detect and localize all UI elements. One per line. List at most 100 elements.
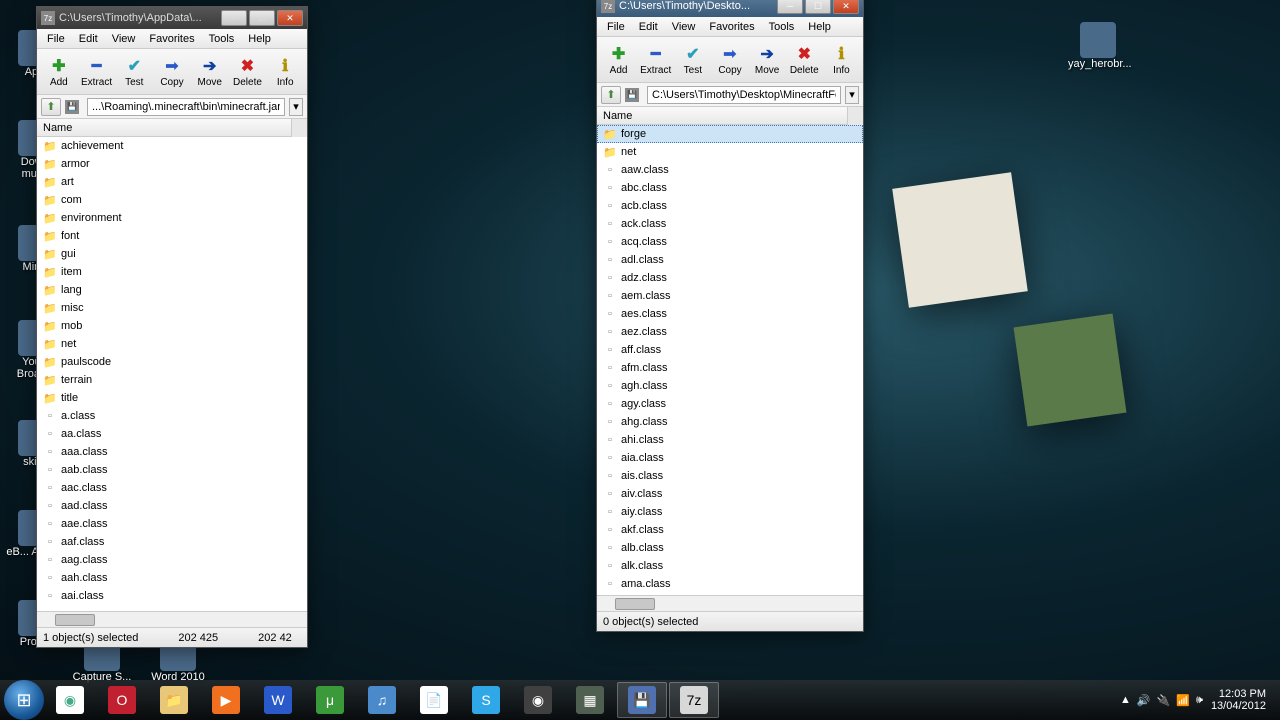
menu-favorites[interactable]: Favorites bbox=[143, 31, 200, 47]
taskbar-item-save[interactable]: 💾 bbox=[617, 682, 667, 718]
up-button[interactable]: ⬆ bbox=[601, 86, 621, 104]
taskbar-item-steam[interactable]: ◉ bbox=[513, 682, 563, 718]
path-input[interactable] bbox=[87, 98, 285, 116]
list-item[interactable]: ▫agy.class bbox=[597, 395, 863, 413]
menu-tools[interactable]: Tools bbox=[763, 19, 801, 35]
list-item[interactable]: 📁art bbox=[37, 173, 307, 191]
list-item[interactable]: ▫aaf.class bbox=[37, 533, 307, 551]
list-item[interactable]: ▫aiv.class bbox=[597, 485, 863, 503]
list-item[interactable]: ▫aad.class bbox=[37, 497, 307, 515]
delete-button[interactable]: ✖Delete bbox=[230, 51, 266, 93]
path-dropdown[interactable]: ▾ bbox=[845, 86, 859, 104]
list-item[interactable]: ▫aa.class bbox=[37, 425, 307, 443]
move-button[interactable]: ➔Move bbox=[192, 51, 228, 93]
menu-view[interactable]: View bbox=[666, 19, 702, 35]
list-item[interactable]: ▫aes.class bbox=[597, 305, 863, 323]
list-item[interactable]: ▫aab.class bbox=[37, 461, 307, 479]
column-name[interactable]: Name bbox=[43, 122, 72, 134]
list-item[interactable]: ▫adl.class bbox=[597, 251, 863, 269]
list-item[interactable]: 📁com bbox=[37, 191, 307, 209]
list-item[interactable]: ▫aai.class bbox=[37, 587, 307, 605]
list-item[interactable]: 📁net bbox=[37, 335, 307, 353]
taskbar-item-skype[interactable]: S bbox=[461, 682, 511, 718]
taskbar-item-itunes[interactable]: ♫ bbox=[357, 682, 407, 718]
list-item[interactable]: ▫aia.class bbox=[597, 449, 863, 467]
list-item[interactable]: ▫alk.class bbox=[597, 557, 863, 575]
list-item[interactable]: ▫abc.class bbox=[597, 179, 863, 197]
list-item[interactable]: ▫alb.class bbox=[597, 539, 863, 557]
list-item[interactable]: ▫ama.class bbox=[597, 575, 863, 593]
extract-button[interactable]: ━Extract bbox=[79, 51, 115, 93]
taskbar-item-word[interactable]: W bbox=[253, 682, 303, 718]
list-item[interactable]: ▫ahg.class bbox=[597, 413, 863, 431]
minimize-button[interactable]: ─ bbox=[221, 10, 247, 26]
menu-edit[interactable]: Edit bbox=[633, 19, 664, 35]
taskbar-item-chrome[interactable]: ◉ bbox=[45, 682, 95, 718]
tray-icon[interactable]: ▲ bbox=[1120, 694, 1131, 707]
list-item[interactable]: ▫akf.class bbox=[597, 521, 863, 539]
list-item[interactable]: ▫acq.class bbox=[597, 233, 863, 251]
list-item[interactable]: ▫aaw.class bbox=[597, 161, 863, 179]
copy-button[interactable]: ➟Copy bbox=[154, 51, 190, 93]
up-button[interactable]: ⬆ bbox=[41, 98, 61, 116]
list-item[interactable]: ▫aiy.class bbox=[597, 503, 863, 521]
path-dropdown[interactable]: ▾ bbox=[289, 98, 303, 116]
list-item[interactable]: ▫ack.class bbox=[597, 215, 863, 233]
taskbar-item-utorrent[interactable]: μ bbox=[305, 682, 355, 718]
tray-icon[interactable]: 📶 bbox=[1176, 694, 1190, 707]
move-button[interactable]: ➔Move bbox=[750, 39, 785, 81]
list-item[interactable]: ▫aac.class bbox=[37, 479, 307, 497]
info-button[interactable]: ℹInfo bbox=[824, 39, 859, 81]
list-item[interactable]: ▫ais.class bbox=[597, 467, 863, 485]
menu-file[interactable]: File bbox=[601, 19, 631, 35]
file-list[interactable]: 📁achievement📁armor📁art📁com📁environment📁f… bbox=[37, 137, 307, 611]
list-item[interactable]: ▫a.class bbox=[37, 407, 307, 425]
minimize-button[interactable]: ─ bbox=[777, 0, 803, 14]
list-item[interactable]: ▫aem.class bbox=[597, 287, 863, 305]
info-button[interactable]: ℹInfo bbox=[267, 51, 303, 93]
titlebar[interactable]: 7z C:\Users\Timothy\Deskto... ─ ☐ ✕ bbox=[597, 0, 863, 17]
maximize-button[interactable]: ☐ bbox=[249, 10, 275, 26]
taskbar-item-7zip[interactable]: 7z bbox=[669, 682, 719, 718]
horizontal-scrollbar[interactable] bbox=[37, 611, 307, 627]
taskbar-item-media[interactable]: ▶ bbox=[201, 682, 251, 718]
menu-tools[interactable]: Tools bbox=[203, 31, 241, 47]
tray-icon[interactable]: 🕪 bbox=[1196, 694, 1203, 707]
copy-button[interactable]: ➟Copy bbox=[712, 39, 747, 81]
add-button[interactable]: ✚Add bbox=[601, 39, 636, 81]
list-item[interactable]: ▫ahi.class bbox=[597, 431, 863, 449]
list-item[interactable]: ▫aae.class bbox=[37, 515, 307, 533]
list-item[interactable]: ▫aag.class bbox=[37, 551, 307, 569]
file-list[interactable]: 📁forge📁net▫aaw.class▫abc.class▫acb.class… bbox=[597, 125, 863, 595]
list-item[interactable]: ▫aaa.class bbox=[37, 443, 307, 461]
close-button[interactable]: ✕ bbox=[277, 10, 303, 26]
list-item[interactable]: 📁net bbox=[597, 143, 863, 161]
list-item[interactable]: ▫aff.class bbox=[597, 341, 863, 359]
menu-help[interactable]: Help bbox=[242, 31, 277, 47]
list-item[interactable]: 📁item bbox=[37, 263, 307, 281]
desktop-icon[interactable]: yay_herobr... bbox=[1068, 22, 1128, 70]
menu-edit[interactable]: Edit bbox=[73, 31, 104, 47]
list-item[interactable]: 📁achievement bbox=[37, 137, 307, 155]
taskbar-item-opera[interactable]: O bbox=[97, 682, 147, 718]
list-item[interactable]: 📁mob bbox=[37, 317, 307, 335]
taskbar-item-explorer[interactable]: 📁 bbox=[149, 682, 199, 718]
tray-icon[interactable]: 🔌 bbox=[1157, 694, 1171, 707]
list-item[interactable]: ▫aez.class bbox=[597, 323, 863, 341]
list-item[interactable]: 📁font bbox=[37, 227, 307, 245]
menu-view[interactable]: View bbox=[106, 31, 142, 47]
tray-icon[interactable]: 🔊 bbox=[1137, 694, 1151, 707]
column-name[interactable]: Name bbox=[603, 110, 632, 122]
list-item[interactable]: 📁environment bbox=[37, 209, 307, 227]
add-button[interactable]: ✚Add bbox=[41, 51, 77, 93]
list-item[interactable]: 📁misc bbox=[37, 299, 307, 317]
delete-button[interactable]: ✖Delete bbox=[787, 39, 822, 81]
close-button[interactable]: ✕ bbox=[833, 0, 859, 14]
horizontal-scrollbar[interactable] bbox=[597, 595, 863, 611]
path-input[interactable] bbox=[647, 86, 841, 104]
taskbar-item-notepad[interactable]: 📄 bbox=[409, 682, 459, 718]
list-item[interactable]: 📁paulscode bbox=[37, 353, 307, 371]
list-item[interactable]: ▫afm.class bbox=[597, 359, 863, 377]
test-button[interactable]: ✔Test bbox=[116, 51, 152, 93]
menu-help[interactable]: Help bbox=[802, 19, 837, 35]
